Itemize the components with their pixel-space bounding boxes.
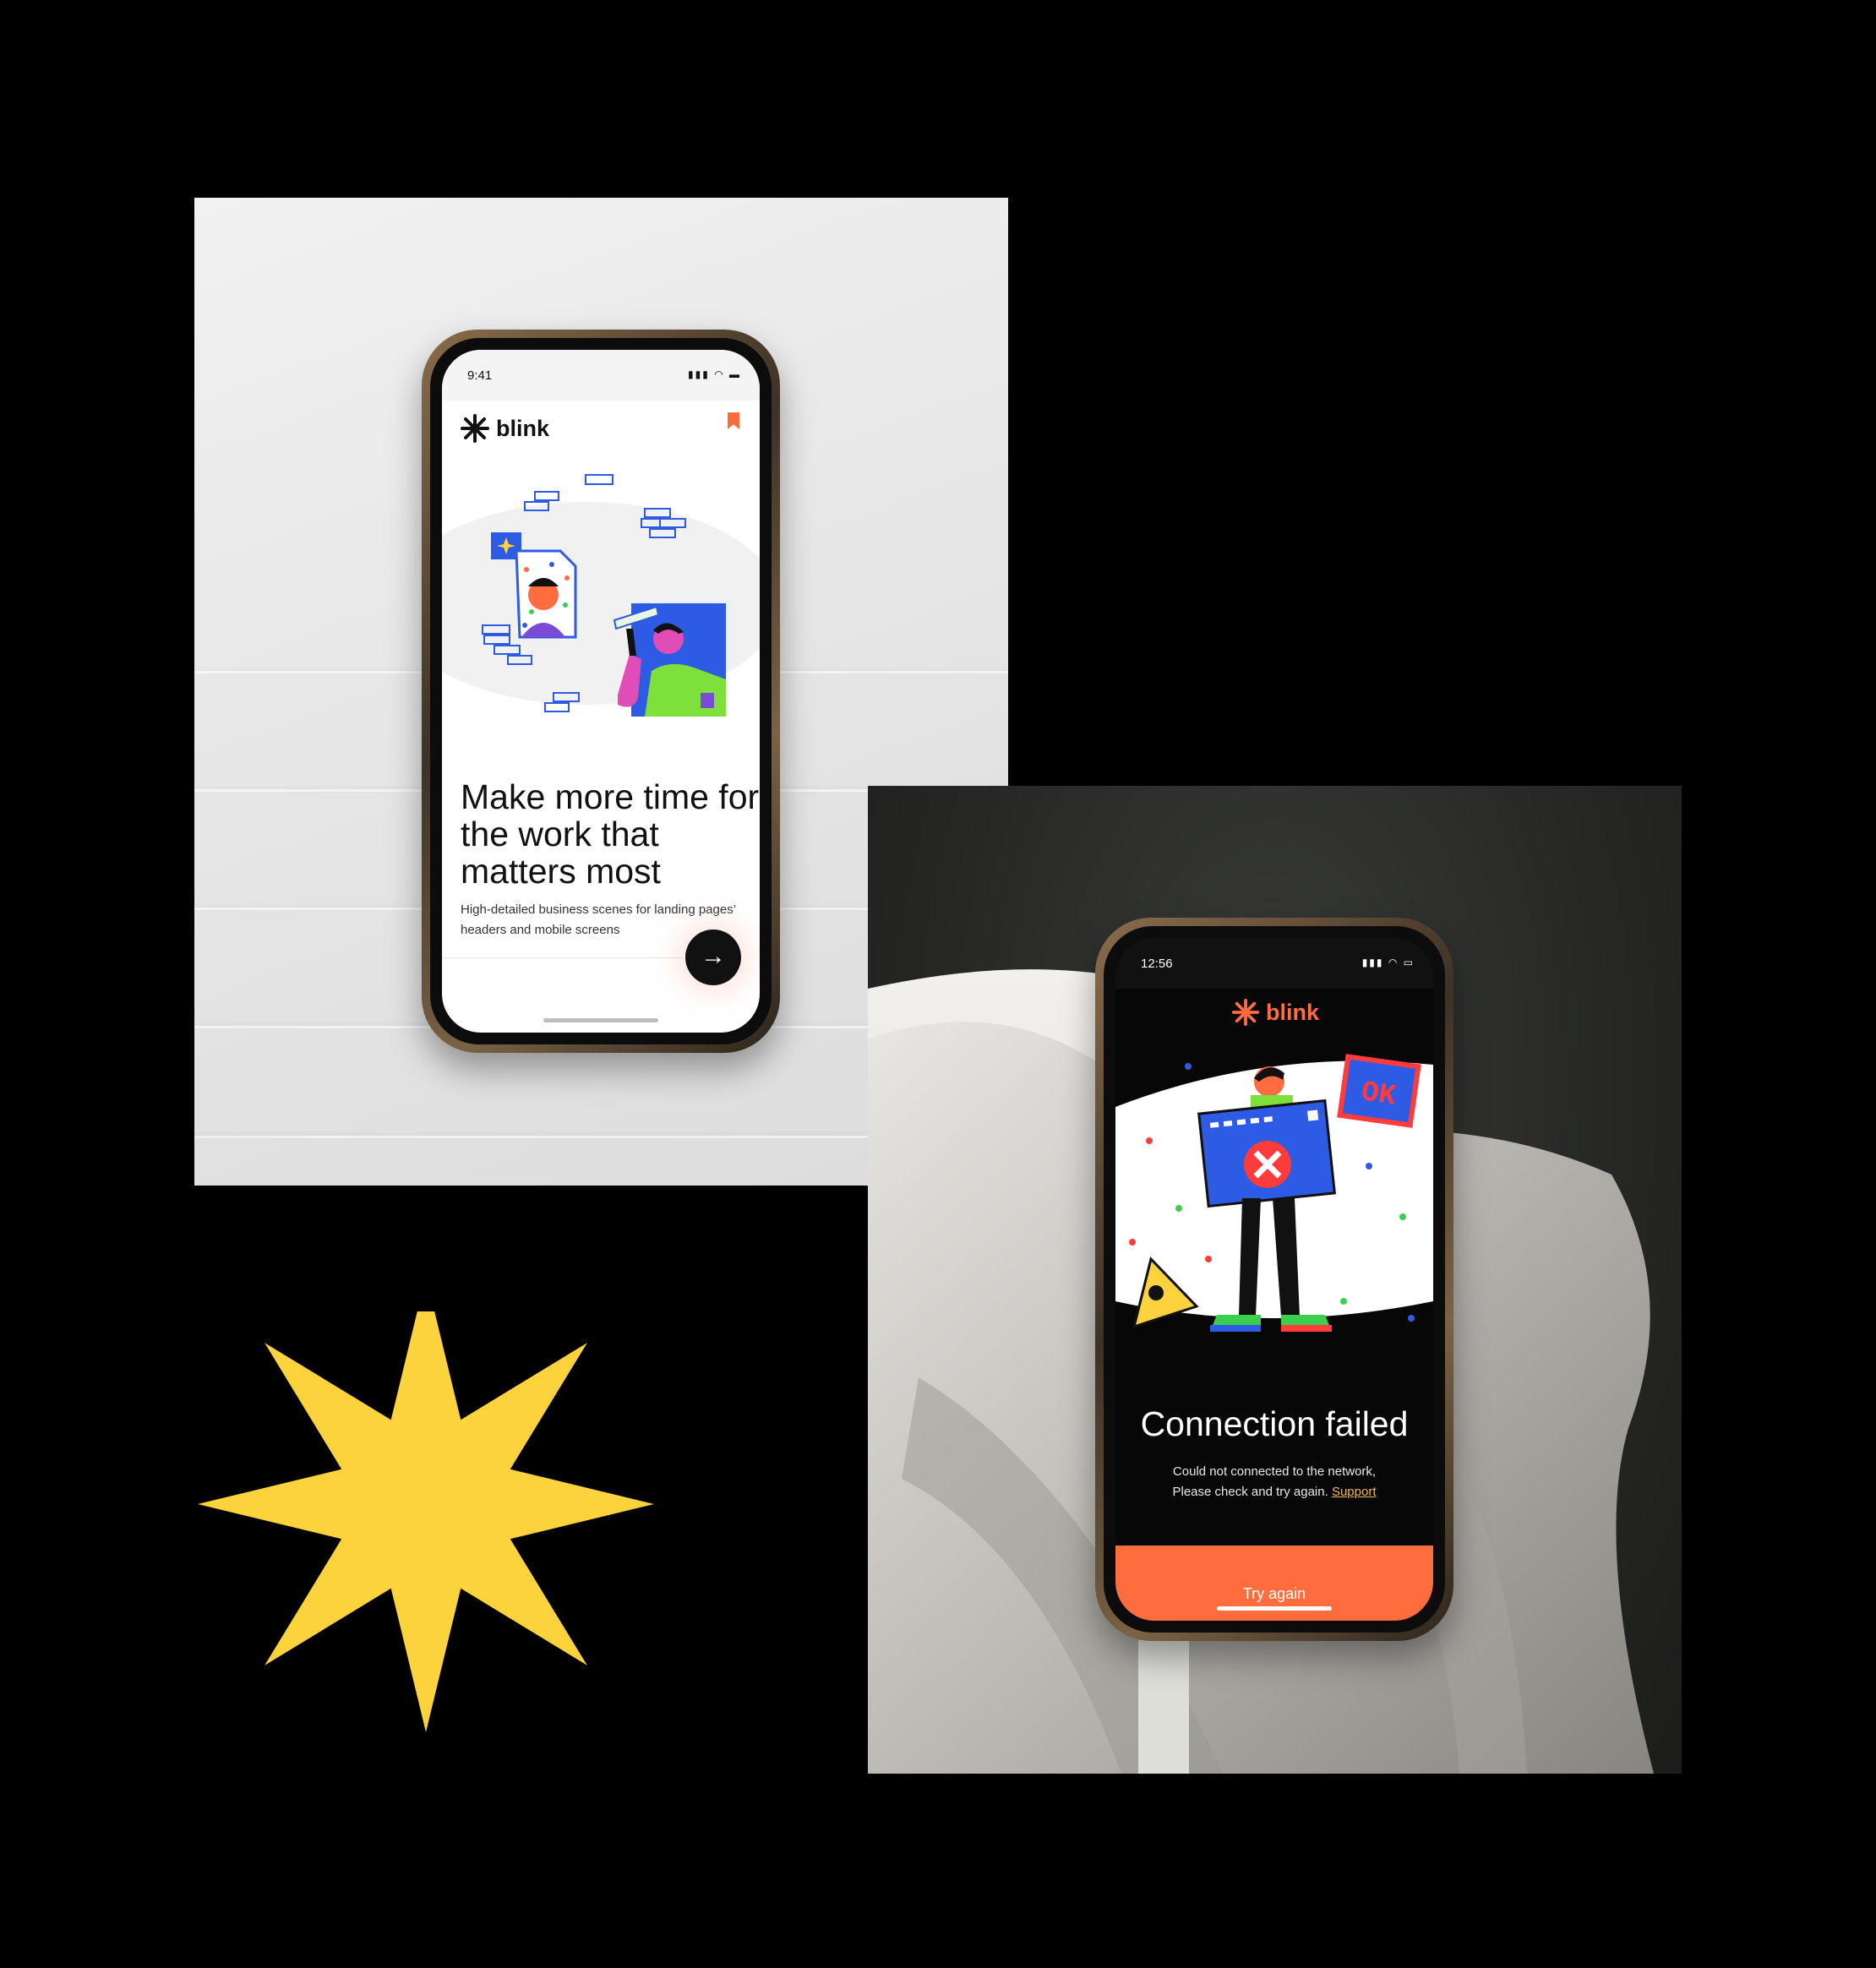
phone-bezel: 12:56 ▮▮▮ ◠ ▭ blink OK Connection failed…: [1104, 926, 1445, 1633]
next-button[interactable]: →: [685, 929, 741, 985]
headline: Make more time for the work that matters…: [461, 777, 760, 891]
divider: [442, 957, 684, 958]
signal-wifi-battery-icon: ▮▮▮ ◠ ▬: [688, 368, 741, 380]
error-line-2: Please check and try again. Support: [1115, 1482, 1433, 1502]
blink-star-icon: [461, 414, 489, 443]
error-line-1: Could not connected to the network,: [1172, 1464, 1377, 1479]
status-bar: 12:56 ▮▮▮ ◠ ▭: [1115, 938, 1433, 989]
brand-name: blink: [496, 415, 550, 441]
bookmark-icon[interactable]: [728, 412, 739, 429]
brand-logo: blink: [1232, 999, 1319, 1026]
connection-error-illustration: OK: [1115, 1054, 1433, 1332]
ok-sign: OK: [1359, 1077, 1398, 1113]
support-link[interactable]: Support: [1332, 1485, 1377, 1499]
brand-name: blink: [1266, 999, 1320, 1025]
brand-logo: blink: [461, 414, 549, 443]
home-indicator: [543, 1018, 658, 1022]
designer-illustration: [442, 474, 760, 717]
onboarding-screen: 9:41 ▮▮▮ ◠ ▬ blink Make more time for th…: [442, 350, 760, 1033]
error-title: Connection failed: [1140, 1404, 1409, 1443]
status-time: 12:56: [1141, 957, 1173, 971]
dark-background-panel: 12:56 ▮▮▮ ◠ ▭ blink OK Connection failed…: [868, 786, 1682, 1774]
signal-wifi-battery-icon: ▮▮▮ ◠ ▭: [1361, 957, 1415, 968]
arrow-right-icon: →: [701, 942, 726, 970]
blink-star-icon: [1232, 999, 1259, 1026]
error-message: Could not connected to the network, Plea…: [1115, 1462, 1433, 1502]
home-indicator: [1217, 1606, 1332, 1611]
phone-mockup-light: 9:41 ▮▮▮ ◠ ▬ blink Make more time for th…: [422, 330, 780, 1053]
phone-bezel: 9:41 ▮▮▮ ◠ ▬ blink Make more time for th…: [430, 338, 772, 1044]
status-time: 9:41: [467, 368, 493, 383]
phone-mockup-dark: 12:56 ▮▮▮ ◠ ▭ blink OK Connection failed…: [1095, 918, 1453, 1641]
yellow-star-graphic: [198, 1311, 654, 1732]
error-line-2-text: Please check and try again.: [1172, 1485, 1328, 1499]
status-bar: 9:41 ▮▮▮ ◠ ▬: [442, 350, 760, 401]
connection-error-screen: 12:56 ▮▮▮ ◠ ▭ blink OK Connection failed…: [1115, 938, 1433, 1621]
